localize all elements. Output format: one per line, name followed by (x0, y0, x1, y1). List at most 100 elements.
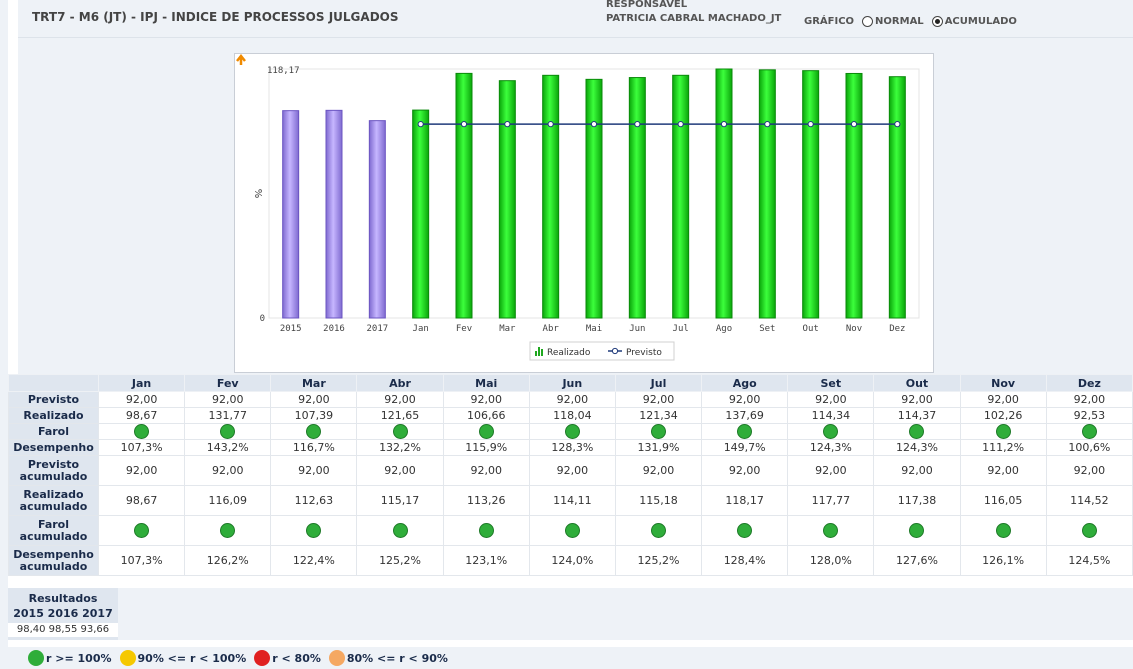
value-cell: 114,52 (1045, 485, 1133, 516)
value-cell: 116,7% (270, 439, 358, 456)
legend-previsto-label: Previsto (626, 348, 662, 358)
radio-acumulado[interactable]: ACUMULADO (931, 16, 1017, 27)
farol-status-icon (392, 424, 408, 439)
table-header-row: Jan Fev Mar Abr Mai Jun Jul Ago Set Out Nov Dez (8, 374, 1133, 392)
farol-status-icon (306, 523, 322, 538)
bar-jun (628, 77, 646, 319)
bar-jul (672, 74, 690, 319)
x-tick-label: Ago (716, 324, 732, 334)
farol-cell (614, 423, 703, 440)
value-cell: 92,00 (787, 391, 875, 408)
value-cell: 125,2% (614, 545, 703, 576)
farol-cell (787, 423, 875, 440)
farol-status-icon (564, 424, 580, 439)
value-cell: 114,34 (787, 407, 875, 424)
farol-cell (1045, 515, 1133, 546)
value-cell: 124,3% (873, 439, 961, 456)
legend-realizado-icon (541, 349, 543, 356)
previsto-point (417, 121, 424, 128)
y-axis-label: % (252, 189, 263, 199)
farol-status-icon (1081, 424, 1097, 439)
value-cell: 128,3% (528, 439, 616, 456)
value-cell: 107,3% (97, 439, 186, 456)
farol-cell (528, 515, 616, 546)
radio-normal-icon[interactable] (862, 16, 874, 27)
x-tick-label: Dez (889, 324, 905, 334)
responsible-name: PATRICIA CABRAL MACHADO_JT (606, 13, 782, 24)
previsto-point (677, 121, 684, 128)
previsto-point (547, 121, 554, 128)
value-cell: 92,00 (701, 455, 789, 486)
value-cell: 92,00 (873, 455, 961, 486)
radio-normal[interactable]: NORMAL (862, 16, 924, 27)
farol-status-icon (1081, 523, 1097, 538)
value-cell: 149,7% (701, 439, 789, 456)
farol-status-icon (564, 523, 580, 538)
value-cell: 100,6% (1045, 439, 1133, 456)
row-label: Desempenho (8, 439, 99, 456)
value-cell: 115,17 (356, 485, 444, 516)
value-cell: 115,9% (442, 439, 530, 456)
table-row: Realizado acumulado 98,67 116,09 112,63 115,… (8, 485, 1133, 516)
left-strip (0, 0, 8, 669)
farol-status-icon (823, 424, 839, 439)
value-cell: 123,1% (442, 545, 530, 576)
chart-mode-selector: GRÁFICO NORMAL ACUMULADO (804, 16, 1017, 27)
bar-out (802, 70, 820, 319)
x-tick-label: Nov (846, 324, 862, 334)
value-cell: 92,00 (701, 391, 789, 408)
x-tick-label: Fev (456, 324, 472, 334)
table-row: Previsto acumulado 92,00 92,00 92,00 92,00 92… (8, 455, 1133, 486)
value-cell: 121,34 (614, 407, 703, 424)
farol-cell (701, 515, 789, 546)
legend-text: 90% <= r < 100% (137, 651, 247, 665)
farol-cell (97, 515, 186, 546)
results-values: 98,40 98,55 93,66 (8, 623, 118, 637)
month-header: Jul (614, 374, 703, 392)
row-label: Farol (8, 423, 99, 440)
legend-item: r < 80% (254, 650, 321, 666)
legend-realizado-label: Realizado (547, 348, 591, 358)
farol-cell (97, 423, 186, 440)
value-cell: 114,11 (528, 485, 616, 516)
value-cell: 92,00 (959, 455, 1047, 486)
legend-text: r < 80% (272, 651, 321, 665)
value-cell: 124,0% (528, 545, 616, 576)
farol-status-icon (134, 523, 150, 538)
value-cell: 92,00 (442, 455, 530, 486)
value-cell: 98,67 (97, 485, 186, 516)
farol-cell (528, 423, 616, 440)
farol-cell (270, 423, 358, 440)
responsible-label: RESPONSAVEL (606, 0, 688, 10)
value-cell: 125,2% (356, 545, 444, 576)
results-background (118, 588, 1133, 640)
chart-mode-label: GRÁFICO (804, 16, 855, 27)
farol-cell (184, 423, 272, 440)
month-header: Ago (701, 374, 789, 392)
table-row: Realizado 98,67 131,77 107,39 121,65 106,66 11… (8, 407, 1133, 424)
month-header: Mar (270, 374, 358, 392)
table-corner (8, 374, 99, 392)
bar-2017 (368, 120, 386, 319)
value-cell: 112,63 (270, 485, 358, 516)
farol-status-icon (737, 523, 753, 538)
month-header: Fev (184, 374, 272, 392)
previsto-point (590, 121, 598, 128)
table-row: Farol (8, 423, 1133, 440)
legend-text: r >= 100% (46, 651, 112, 665)
value-cell: 131,77 (184, 407, 272, 424)
value-cell: 92,00 (97, 455, 186, 486)
value-cell: 92,00 (787, 455, 875, 486)
value-cell: 117,77 (787, 485, 875, 516)
farol-status-icon (478, 424, 494, 439)
farol-status-icon (909, 424, 925, 439)
month-header: Jun (528, 374, 616, 392)
value-cell: 92,00 (270, 455, 358, 486)
bar-mar (498, 80, 516, 319)
radio-acumulado-icon[interactable] (931, 16, 943, 27)
value-cell: 92,00 (528, 391, 616, 408)
value-cell: 107,3% (97, 545, 186, 576)
table-row: Desempenho 107,3% 143,2% 116,7% 132,2% 115,9%… (8, 439, 1133, 456)
farol-cell (270, 515, 358, 546)
legend-realizado-icon (538, 347, 540, 356)
